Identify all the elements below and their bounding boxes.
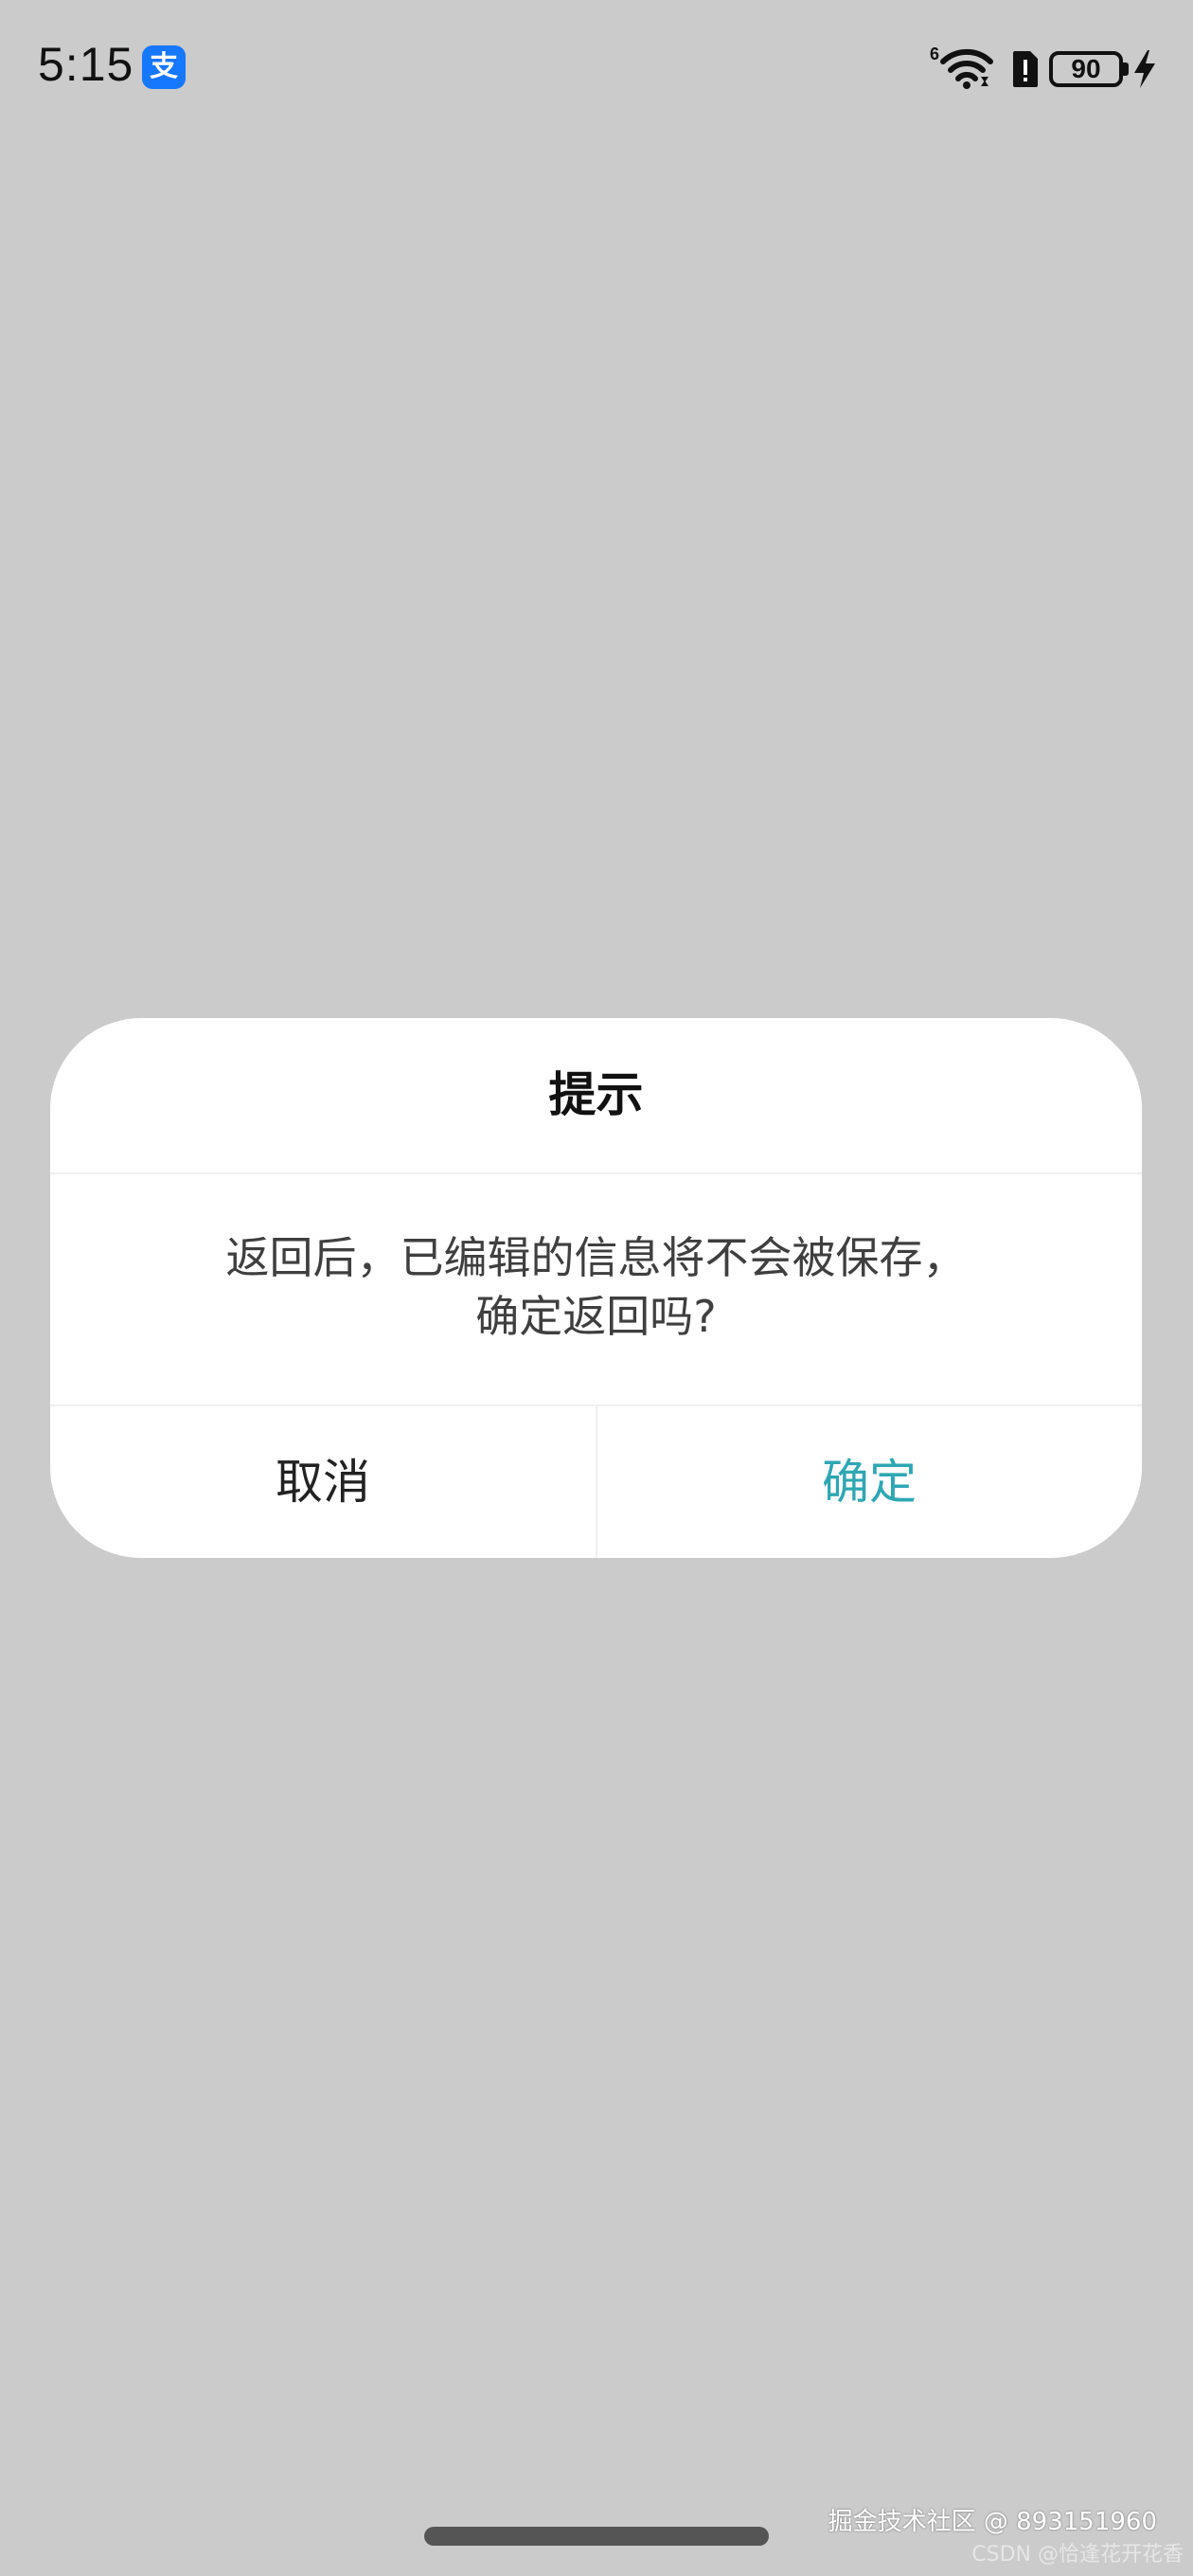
alipay-icon: 支 bbox=[142, 45, 186, 89]
dialog-message-line1: 返回后，已编辑的信息将不会被保存， bbox=[225, 1232, 967, 1283]
cancel-button[interactable]: 取消 bbox=[50, 1406, 596, 1558]
battery-icon: 90 bbox=[1049, 51, 1129, 87]
confirm-button[interactable]: 确定 bbox=[596, 1406, 1142, 1558]
watermark-csdn: CSDN @恰逢花开花香 bbox=[971, 2543, 1184, 2567]
wifi-icon: 6 bbox=[930, 45, 994, 90]
status-bar: 5:15 支 6 90 bbox=[0, 0, 1193, 133]
dialog-message: 返回后，已编辑的信息将不会被保存， 确定返回吗? bbox=[50, 1228, 1142, 1346]
dialog-message-line2: 确定返回吗? bbox=[475, 1291, 717, 1342]
dialog-title: 提示 bbox=[548, 1067, 644, 1122]
status-icons: 6 90 bbox=[930, 45, 1157, 93]
confirm-dialog: 提示 返回后，已编辑的信息将不会被保存， 确定返回吗? 取消 确定 bbox=[50, 1018, 1142, 1558]
battery-level: 90 bbox=[1071, 54, 1101, 83]
title-divider bbox=[50, 1172, 1142, 1174]
charging-icon bbox=[1134, 50, 1155, 88]
status-time: 5:15 bbox=[38, 38, 134, 91]
network-type-label: 6 bbox=[930, 45, 940, 63]
sim-alert-icon bbox=[1013, 51, 1038, 87]
home-indicator[interactable] bbox=[424, 2527, 769, 2546]
watermark-juejin: 掘金技术社区 @ 893151960 bbox=[828, 2508, 1157, 2536]
